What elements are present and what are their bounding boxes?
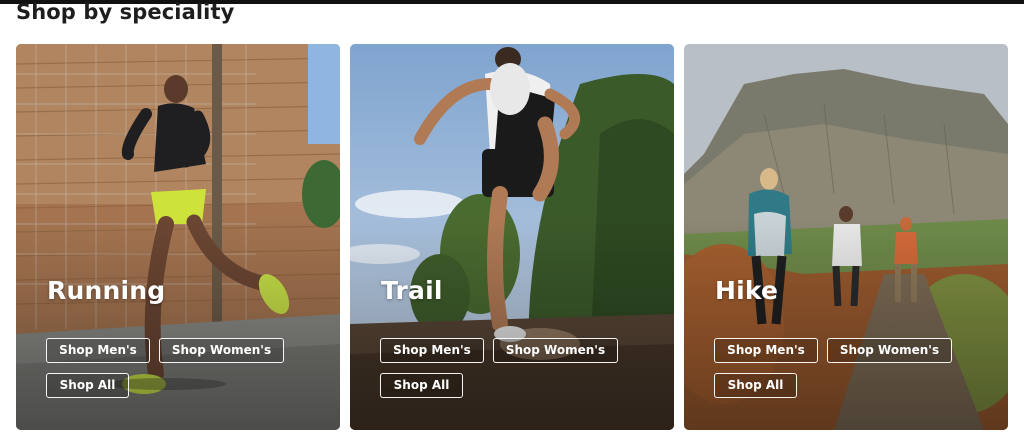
card-title: Running (47, 276, 166, 305)
category-card-running[interactable]: Running Shop Men's Shop Women's Shop All (16, 44, 340, 430)
shop-womens-button[interactable]: Shop Women's (827, 338, 952, 363)
shop-all-button[interactable]: Shop All (46, 373, 129, 398)
category-card-trail[interactable]: Trail Shop Men's Shop Women's Shop All (350, 44, 674, 430)
shop-mens-button[interactable]: Shop Men's (714, 338, 818, 363)
shop-womens-button[interactable]: Shop Women's (159, 338, 284, 363)
shop-all-button[interactable]: Shop All (380, 373, 463, 398)
shop-mens-button[interactable]: Shop Men's (46, 338, 150, 363)
shop-womens-button[interactable]: Shop Women's (493, 338, 618, 363)
category-card-hike[interactable]: Hike Shop Men's Shop Women's Shop All (684, 44, 1008, 430)
card-title: Hike (715, 276, 779, 305)
card-title: Trail (381, 276, 443, 305)
shop-mens-button[interactable]: Shop Men's (380, 338, 484, 363)
shop-all-button[interactable]: Shop All (714, 373, 797, 398)
section-title: Shop by speciality (16, 0, 235, 24)
